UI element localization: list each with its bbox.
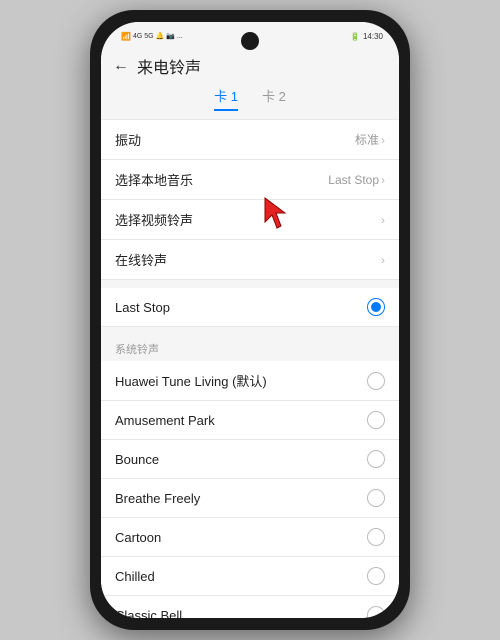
breathe-freely-label: Breathe Freely [115, 491, 200, 506]
bounce-radio[interactable] [367, 450, 385, 468]
tab-card2[interactable]: 卡 2 [262, 86, 286, 111]
last-stop-row[interactable]: Last Stop [101, 288, 399, 327]
chevron-icon: › [381, 173, 385, 187]
huawei-tune-label: Huawei Tune Living (默认) [115, 371, 267, 390]
charging-icon: 🔋 [350, 32, 360, 41]
cartoon-radio[interactable] [367, 528, 385, 546]
vibrate-row[interactable]: 振动 标准 › [101, 119, 399, 160]
cartoon-row[interactable]: Cartoon [101, 518, 399, 557]
classic-bell-label: Classic Bell [115, 608, 182, 619]
page-header: ← 来电铃声 [101, 50, 399, 78]
back-button[interactable]: ← [113, 57, 129, 75]
phone-screen: 📶 4G 5G 🔔 📷 ... 🔋 14:30 ← 来电铃声 卡 1 卡 2 [101, 22, 399, 618]
section-gap-2 [101, 327, 399, 335]
chilled-radio[interactable] [367, 567, 385, 585]
tab-bar: 卡 1 卡 2 [101, 78, 399, 115]
vibrate-label: 振动 [115, 130, 141, 149]
video-ringtone-label: 选择视频铃声 [115, 210, 193, 229]
content-area: 振动 标准 › 选择本地音乐 Last Stop › 选择视频铃声 [101, 115, 399, 618]
chilled-label: Chilled [115, 569, 155, 584]
bounce-row[interactable]: Bounce [101, 440, 399, 479]
online-ringtone-row[interactable]: 在线铃声 › [101, 240, 399, 280]
breathe-freely-row[interactable]: Breathe Freely [101, 479, 399, 518]
system-ringtones-label: 系统铃声 [101, 335, 399, 361]
chevron-icon: › [381, 133, 385, 147]
amusement-park-label: Amusement Park [115, 413, 215, 428]
video-ringtone-value: › [381, 213, 385, 227]
vibrate-value: 标准 › [355, 131, 385, 148]
status-right: 🔋 14:30 [350, 32, 383, 41]
chevron-icon: › [381, 253, 385, 267]
huawei-tune-row[interactable]: Huawei Tune Living (默认) [101, 361, 399, 401]
cartoon-label: Cartoon [115, 530, 161, 545]
bounce-label: Bounce [115, 452, 159, 467]
phone-frame: 📶 4G 5G 🔔 📷 ... 🔋 14:30 ← 来电铃声 卡 1 卡 2 [90, 10, 410, 630]
camera-hole [241, 32, 259, 50]
last-stop-label: Last Stop [115, 300, 170, 315]
signal-icon: 📶 [121, 32, 131, 41]
network-type: 4G 5G [133, 33, 154, 40]
section-gap [101, 280, 399, 288]
last-stop-radio[interactable] [367, 298, 385, 316]
breathe-freely-radio[interactable] [367, 489, 385, 507]
online-ringtone-value: › [381, 253, 385, 267]
time-display: 14:30 [363, 32, 383, 41]
chevron-icon: › [381, 213, 385, 227]
local-music-value: Last Stop › [328, 173, 385, 187]
ringtone-list: Huawei Tune Living (默认) Amusement Park B… [101, 361, 399, 618]
classic-bell-radio[interactable] [367, 606, 385, 618]
online-ringtone-label: 在线铃声 [115, 250, 167, 269]
chilled-row[interactable]: Chilled [101, 557, 399, 596]
classic-bell-row[interactable]: Classic Bell [101, 596, 399, 618]
page-title: 来电铃声 [137, 54, 201, 78]
notification-icons: 🔔 📷 ... [156, 32, 183, 40]
status-left: 📶 4G 5G 🔔 📷 ... [121, 32, 183, 41]
local-music-row[interactable]: 选择本地音乐 Last Stop › [101, 160, 399, 200]
tab-card1[interactable]: 卡 1 [214, 86, 238, 111]
huawei-tune-radio[interactable] [367, 372, 385, 390]
video-ringtone-row[interactable]: 选择视频铃声 › [101, 200, 399, 240]
amusement-park-row[interactable]: Amusement Park [101, 401, 399, 440]
amusement-park-radio[interactable] [367, 411, 385, 429]
local-music-label: 选择本地音乐 [115, 170, 193, 189]
